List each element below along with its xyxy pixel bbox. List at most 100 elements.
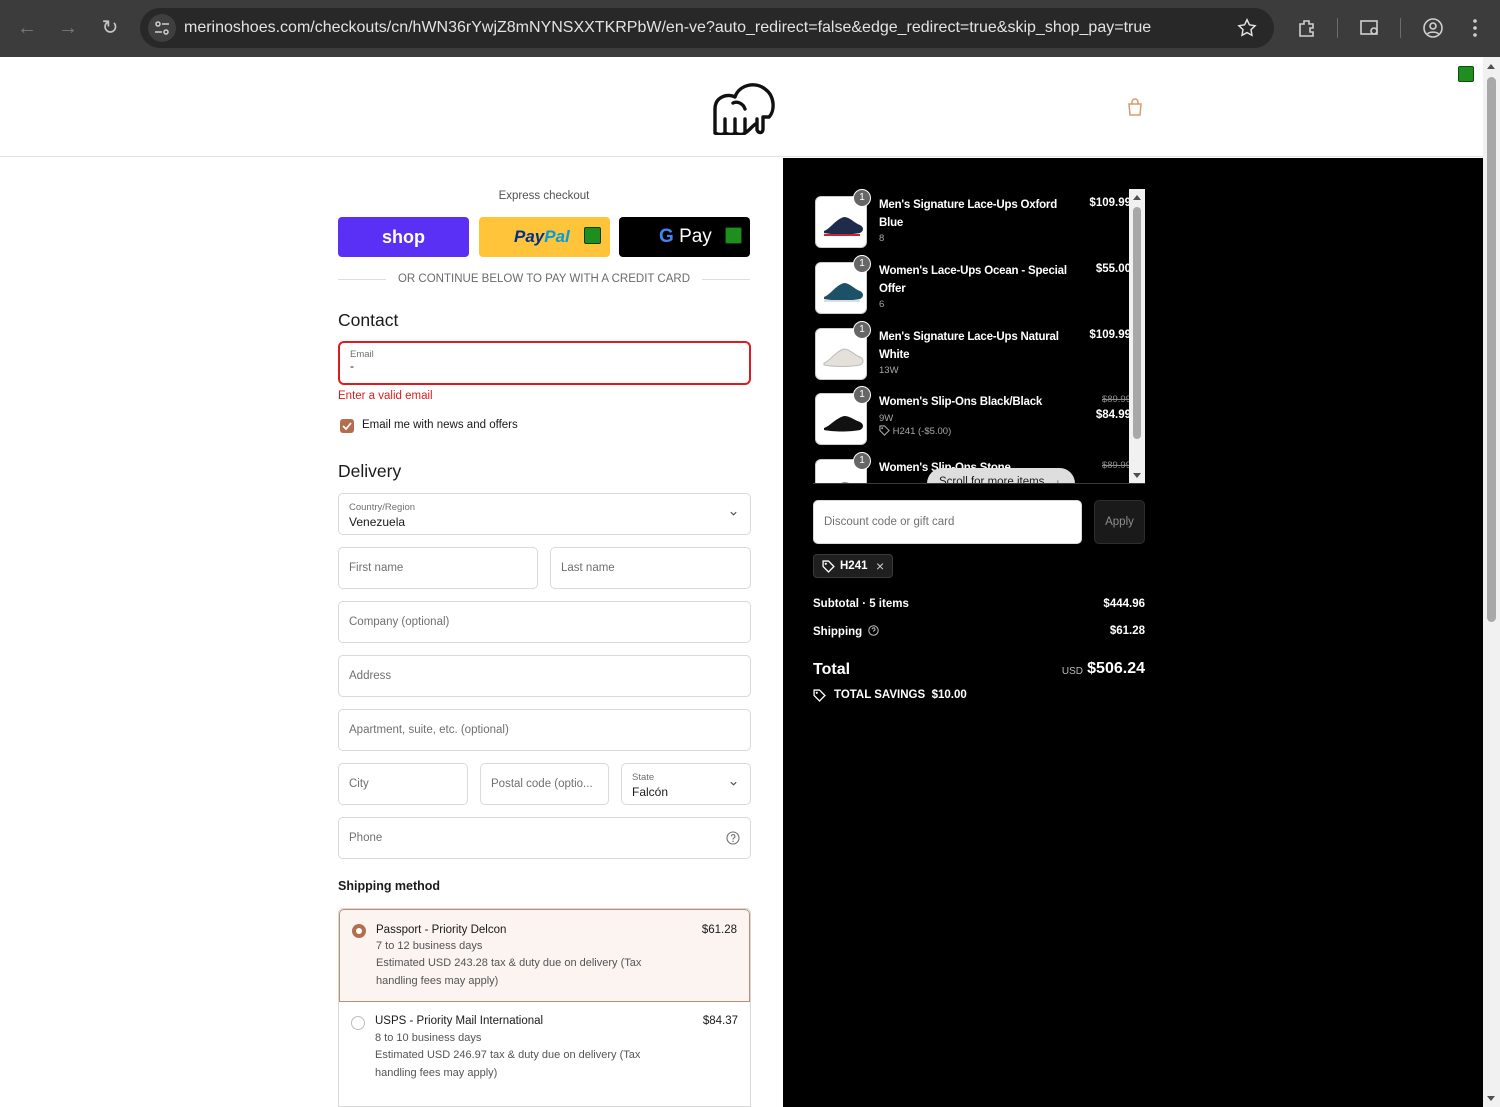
shipping-options: Passport - Priority Delcon 7 to 12 busin… bbox=[338, 908, 751, 1107]
product-title: Men's Signature Lace-Ups Natural White bbox=[879, 331, 1059, 361]
scroll-up-arrow[interactable] bbox=[1133, 195, 1141, 200]
shipping-row: Shipping $61.28 bbox=[813, 625, 1145, 638]
browser-toolbar: ← → ↻ merinoshoes.com/checkouts/cn/hWN36… bbox=[0, 0, 1500, 57]
product-title: Women's Lace-Ups Ocean - Special Offer bbox=[879, 265, 1067, 295]
applied-code: H241 bbox=[840, 560, 868, 572]
tab-search-icon[interactable] bbox=[1358, 16, 1382, 40]
product-title: Women's Slip-Ons Black/Black bbox=[879, 396, 1043, 408]
state-select[interactable]: State Falcón bbox=[621, 763, 751, 805]
or-divider: OR CONTINUE BELOW TO PAY WITH A CREDIT C… bbox=[338, 271, 750, 289]
delivery-heading: Delivery bbox=[338, 461, 402, 481]
tag-icon bbox=[879, 425, 890, 436]
paypal-button[interactable]: PayPal bbox=[479, 217, 610, 257]
profile-icon[interactable] bbox=[1421, 16, 1445, 40]
product-price: $109.99 bbox=[1089, 197, 1131, 209]
order-summary: 1 Men's Signature Lace-Ups Oxford Blue 8… bbox=[783, 158, 1483, 1107]
shipping-option-name: USPS - Priority Mail International bbox=[375, 1015, 544, 1027]
google-pay-logo: G Pay bbox=[659, 226, 712, 247]
shipping-method-heading: Shipping method bbox=[338, 879, 441, 893]
url-text[interactable]: merinoshoes.com/checkouts/cn/hWN36rYwjZ8… bbox=[184, 19, 1151, 37]
list-item: 1 Women's Slip-Ons Black/Black 9W H241 (… bbox=[813, 386, 1131, 446]
product-title: Men's Signature Lace-Ups Oxford Blue bbox=[879, 199, 1058, 229]
product-price: $55.00 bbox=[1095, 263, 1131, 275]
tag-icon bbox=[822, 560, 835, 573]
last-name-field[interactable]: Last name bbox=[550, 547, 751, 589]
google-pay-button[interactable]: G Pay bbox=[619, 217, 750, 257]
back-icon[interactable]: ← bbox=[13, 14, 41, 42]
help-icon[interactable] bbox=[726, 831, 740, 845]
cart-bag-icon[interactable] bbox=[1125, 97, 1145, 117]
address-bar[interactable]: merinoshoes.com/checkouts/cn/hWN36rYwjZ8… bbox=[140, 8, 1274, 48]
state-value: Falcón bbox=[632, 785, 669, 799]
product-variant: 13W bbox=[879, 365, 899, 376]
first-name-field[interactable]: First name bbox=[338, 547, 538, 589]
scroll-down-arrow[interactable] bbox=[1487, 1096, 1495, 1101]
subtotal-row: Subtotal · 5 items $444.96 bbox=[813, 598, 1145, 610]
apply-button[interactable]: Apply bbox=[1094, 500, 1145, 544]
shipping-option-note: Estimated USD 243.28 tax & duty due on d… bbox=[376, 957, 642, 987]
shop-pay-button[interactable]: shop bbox=[338, 217, 469, 257]
page-scrollbar[interactable] bbox=[1483, 57, 1500, 1107]
order-items-list[interactable]: 1 Men's Signature Lace-Ups Oxford Blue 8… bbox=[813, 189, 1145, 484]
country-label: Country/Region bbox=[349, 502, 416, 513]
help-icon[interactable] bbox=[868, 625, 880, 636]
shipping-option-note: Estimated USD 246.97 tax & duty due on d… bbox=[375, 1049, 641, 1079]
shipping-option-days: 8 to 10 business days bbox=[375, 1032, 482, 1044]
state-label: State bbox=[632, 772, 655, 783]
scrollbar-thumb[interactable] bbox=[1487, 77, 1496, 622]
original-price: $89.99 bbox=[1101, 460, 1131, 471]
email-error: Enter a valid email bbox=[338, 390, 433, 402]
chevron-down-icon bbox=[730, 511, 737, 516]
extension-status-square bbox=[1458, 66, 1474, 82]
bookmark-star-icon[interactable] bbox=[1236, 17, 1258, 39]
menu-dots-icon[interactable] bbox=[1463, 16, 1487, 40]
toolbar-divider bbox=[1400, 18, 1401, 38]
scroll-up-arrow[interactable] bbox=[1487, 64, 1495, 69]
company-field[interactable]: Company (optional) bbox=[338, 601, 751, 643]
apartment-field[interactable]: Apartment, suite, etc. (optional) bbox=[338, 709, 751, 751]
store-logo[interactable] bbox=[707, 79, 777, 135]
discount-code-input[interactable]: Discount code or gift card bbox=[813, 500, 1082, 544]
radio-unselected[interactable] bbox=[351, 1016, 365, 1030]
total-row: Total USD $506.24 bbox=[813, 660, 1145, 678]
email-field[interactable]: Email - bbox=[338, 341, 751, 385]
newsletter-label: Email me with news and offers bbox=[362, 419, 518, 431]
quantity-badge: 1 bbox=[853, 255, 871, 273]
shipping-option-price: $84.37 bbox=[702, 1015, 738, 1027]
shipping-option[interactable]: USPS - Priority Mail International 8 to … bbox=[339, 1003, 750, 1106]
chevron-down-icon bbox=[730, 781, 737, 786]
list-item: 1 Men's Signature Lace-Ups Oxford Blue 8… bbox=[813, 189, 1131, 249]
reload-icon[interactable]: ↻ bbox=[96, 14, 124, 42]
forward-icon[interactable]: → bbox=[54, 14, 82, 42]
radio-selected[interactable] bbox=[352, 924, 366, 938]
newsletter-checkbox[interactable] bbox=[340, 419, 354, 433]
contact-heading: Contact bbox=[338, 310, 399, 330]
extensions-icon[interactable] bbox=[1295, 16, 1319, 40]
paypal-logo: PayPal bbox=[514, 227, 570, 246]
country-select[interactable]: Country/Region Venezuela bbox=[338, 493, 751, 535]
city-field[interactable]: City bbox=[338, 763, 468, 805]
product-variant: 6 bbox=[879, 299, 885, 310]
product-variant: 9W bbox=[879, 413, 894, 424]
scroll-down-arrow[interactable] bbox=[1133, 473, 1141, 478]
phone-field[interactable]: Phone bbox=[338, 817, 751, 859]
shipping-option-price: $61.28 bbox=[701, 924, 737, 936]
items-scrollbar[interactable] bbox=[1129, 189, 1145, 484]
scrollbar-thumb[interactable] bbox=[1133, 207, 1141, 439]
remove-code-icon[interactable]: × bbox=[876, 558, 884, 574]
site-info-icon[interactable] bbox=[148, 14, 176, 42]
address-field[interactable]: Address bbox=[338, 655, 751, 697]
quantity-badge: 1 bbox=[853, 452, 871, 470]
quantity-badge: 1 bbox=[853, 321, 871, 339]
list-item: 1 Men's Signature Lace-Ups Natural White… bbox=[813, 321, 1131, 381]
postal-code-field[interactable]: Postal code (optio... bbox=[480, 763, 609, 805]
list-item: 1 Women's Lace-Ups Ocean - Special Offer… bbox=[813, 255, 1131, 315]
shipping-option[interactable]: Passport - Priority Delcon 7 to 12 busin… bbox=[339, 909, 750, 1002]
store-header bbox=[0, 57, 1483, 157]
divider bbox=[813, 483, 1145, 484]
shipping-option-name: Passport - Priority Delcon bbox=[376, 924, 507, 936]
tag-icon bbox=[813, 689, 826, 702]
scroll-more-button[interactable]: Scroll for more items ↓ bbox=[927, 468, 1075, 484]
express-checkout-label: Express checkout bbox=[498, 190, 590, 202]
product-price: $109.99 bbox=[1089, 329, 1131, 341]
